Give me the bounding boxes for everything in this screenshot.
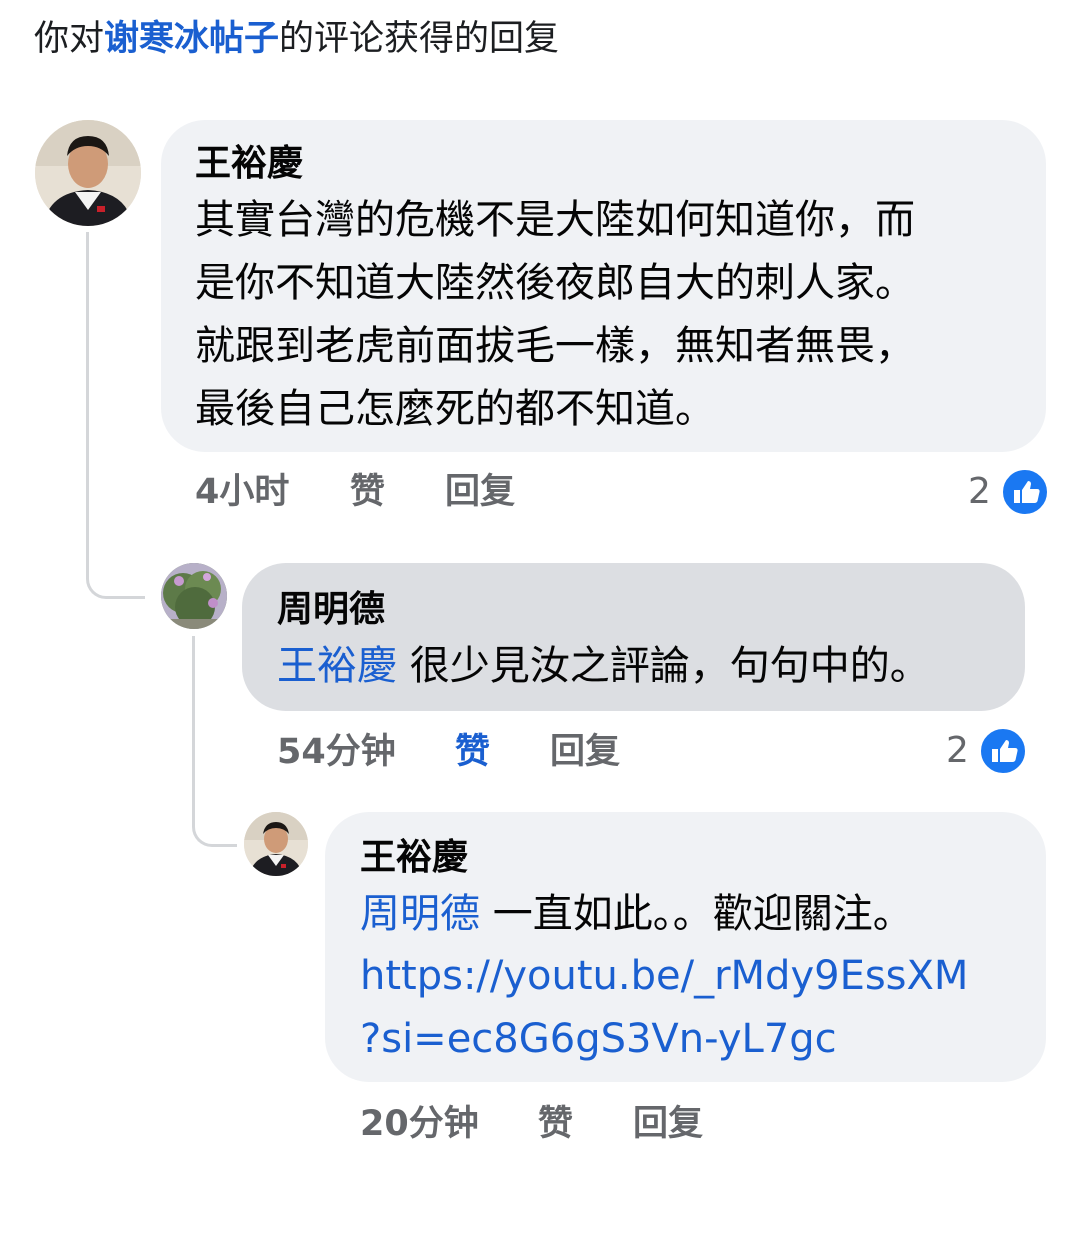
comment-body: 很少見汝之評論，句句中的。 <box>397 643 930 689</box>
comment-body: 一直如此。。歡迎關注。 <box>480 891 913 937</box>
thread-line-level2 <box>192 636 237 847</box>
avatar[interactable] <box>161 563 227 629</box>
thumbs-up-icon <box>978 726 1028 776</box>
youtube-link-continued[interactable]: ?si=ec8G6gS3Vn-yL7gc <box>360 1009 837 1070</box>
thumbs-up-icon <box>1000 467 1050 517</box>
comment-text-line: 最後自己怎麼死的都不知道。 <box>195 386 715 432</box>
comment-text-line: 其實台灣的危機不是大陸如何知道你，而 <box>195 197 915 243</box>
comment-text-line: 是你不知道大陸然後夜郎自大的刺人家。 <box>195 260 915 306</box>
comment-meta: 54分钟 赞 回复 <box>277 730 677 774</box>
comment-text: 王裕慶 很少見汝之評論，句句中的。 <box>277 636 930 697</box>
reaction-count: 2 <box>968 471 991 512</box>
avatar[interactable] <box>244 812 308 876</box>
mention-link[interactable]: 王裕慶 <box>277 643 397 689</box>
comment-meta: 20分钟 赞 回复 <box>360 1102 760 1146</box>
reaction-summary[interactable]: 2 <box>968 467 1050 517</box>
like-button[interactable]: 赞 <box>455 730 490 774</box>
youtube-link[interactable]: https://youtu.be/_rMdy9EssXM <box>360 946 968 1007</box>
comment-timestamp: 54分钟 <box>277 732 396 772</box>
post-owner-link[interactable]: 谢寒冰帖子 <box>104 19 279 59</box>
thread-line-level1 <box>86 232 145 599</box>
comment-author[interactable]: 王裕慶 <box>360 836 468 880</box>
notification-header: 你对谢寒冰帖子的评论获得的回复 <box>34 14 559 64</box>
avatar[interactable] <box>35 120 141 226</box>
header-prefix: 你对 <box>34 19 105 59</box>
comment-text: 周明德 一直如此。。歡迎關注。 <box>360 884 913 945</box>
header-suffix: 的评论获得的回复 <box>279 19 560 59</box>
reply-button[interactable]: 回复 <box>445 470 515 514</box>
comment-timestamp: 20分钟 <box>360 1104 479 1144</box>
like-button[interactable]: 赞 <box>350 470 385 514</box>
reply-button[interactable]: 回复 <box>550 730 620 774</box>
comment-author[interactable]: 王裕慶 <box>195 142 303 186</box>
mention-link[interactable]: 周明德 <box>360 891 480 937</box>
reply-button[interactable]: 回复 <box>633 1102 703 1146</box>
like-button[interactable]: 赞 <box>538 1102 573 1146</box>
comment-meta: 4小时 赞 回复 <box>195 470 595 514</box>
comment-text-line: 就跟到老虎前面拔毛一樣，無知者無畏， <box>195 323 915 369</box>
reaction-count: 2 <box>946 730 969 771</box>
comment-timestamp: 4小时 <box>195 472 290 512</box>
comment-author[interactable]: 周明德 <box>277 588 385 632</box>
reaction-summary[interactable]: 2 <box>946 726 1028 776</box>
